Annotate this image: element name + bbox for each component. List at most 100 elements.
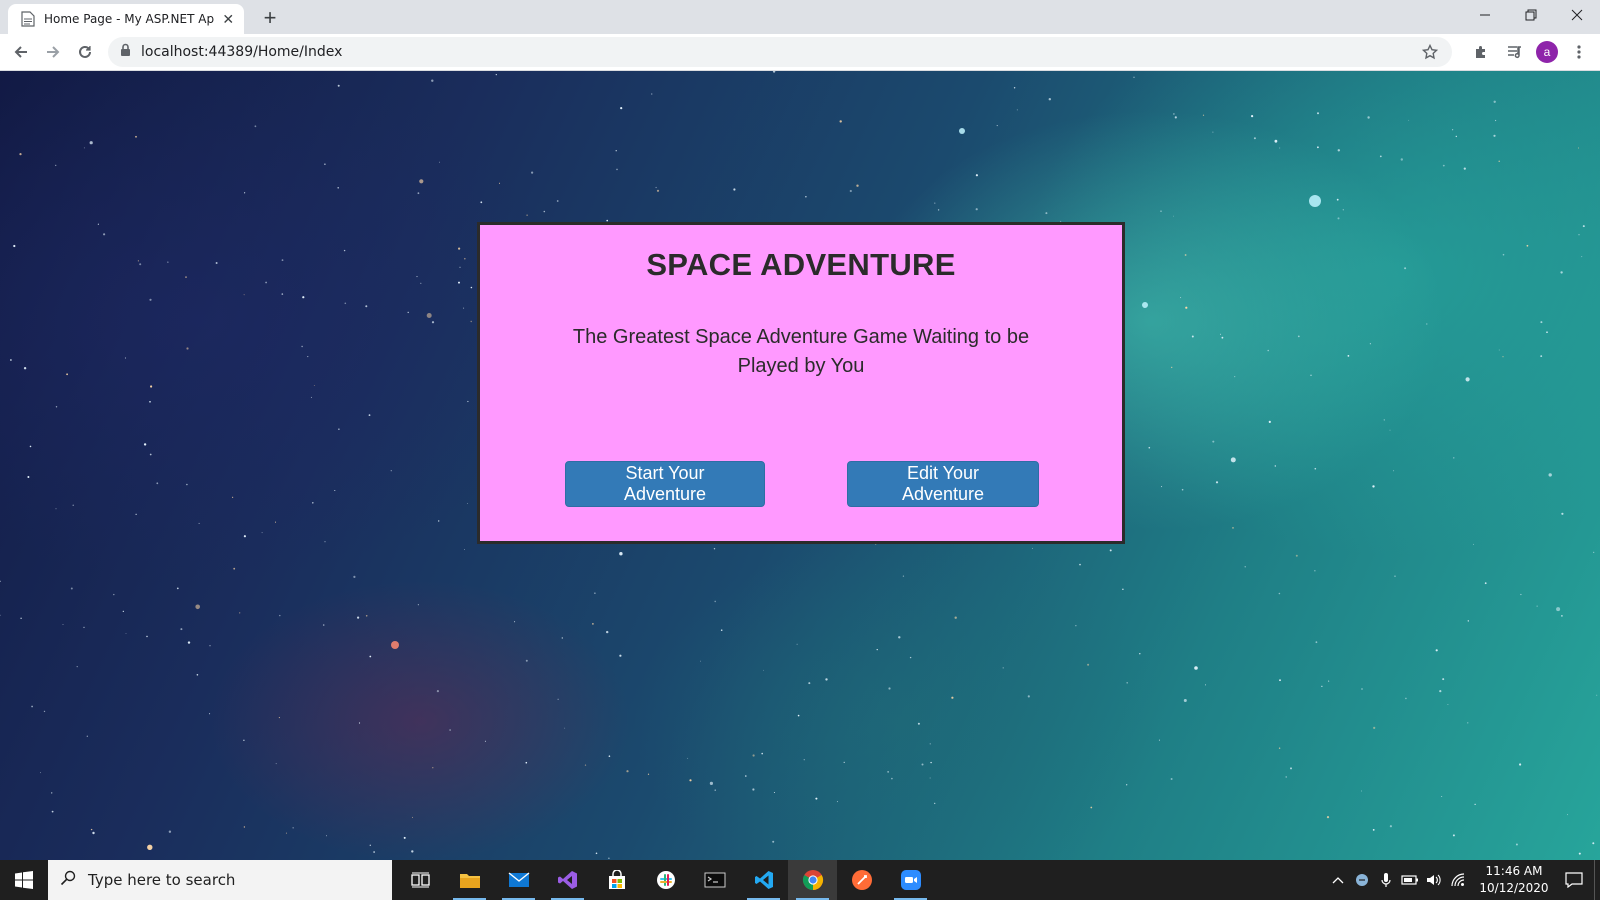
star: [195, 604, 200, 610]
cloud-sync-icon[interactable]: [1350, 860, 1374, 900]
star: [917, 722, 920, 725]
tab-close-icon[interactable]: ✕: [221, 11, 237, 27]
star: [1453, 457, 1455, 459]
wifi-icon[interactable]: [1446, 860, 1470, 900]
puzzle-icon[interactable]: [1468, 38, 1494, 66]
star: [805, 196, 807, 198]
url-text[interactable]: localhost:44389/Home/Index: [141, 44, 342, 60]
star: [40, 772, 41, 774]
star: [244, 192, 246, 194]
star: [1404, 267, 1407, 270]
star: [1185, 306, 1188, 309]
star: [557, 698, 559, 700]
star: [369, 844, 371, 846]
show-desktop-button[interactable]: [1594, 860, 1600, 900]
star: [1484, 582, 1487, 585]
star: [876, 649, 878, 651]
visual-studio-icon[interactable]: [543, 860, 592, 900]
star: [763, 669, 764, 671]
profile-avatar[interactable]: a: [1536, 41, 1558, 63]
mail-icon[interactable]: [494, 860, 543, 900]
star: [929, 777, 931, 779]
star: [1268, 420, 1271, 423]
restore-button[interactable]: [1508, 0, 1554, 30]
star: [689, 779, 692, 782]
start-adventure-button[interactable]: Start Your Adventure: [565, 461, 765, 507]
terminal-icon[interactable]: [690, 860, 739, 900]
notification-icon[interactable]: [1554, 860, 1594, 900]
star: [934, 802, 936, 805]
star: [1441, 796, 1443, 797]
star: [412, 816, 413, 818]
star: [124, 357, 126, 359]
postman-icon[interactable]: [837, 860, 886, 900]
star: [302, 296, 305, 299]
star: [97, 223, 99, 225]
taskbar-clock[interactable]: 11:46 AM 10/12/2020: [1474, 863, 1554, 897]
search-placeholder: Type here to search: [88, 871, 236, 889]
taskbar-search-box[interactable]: Type here to search: [48, 860, 392, 900]
close-window-button[interactable]: [1554, 0, 1600, 30]
star: [930, 761, 932, 764]
microsoft-store-icon[interactable]: [592, 860, 641, 900]
star: [1567, 814, 1568, 816]
file-explorer-icon[interactable]: [445, 860, 494, 900]
star: [62, 624, 64, 625]
star: [254, 125, 257, 128]
new-tab-button[interactable]: +: [256, 6, 284, 30]
chevron-up-icon[interactable]: [1326, 860, 1350, 900]
page-title: SPACE ADVENTURE: [646, 247, 956, 282]
more-menu-icon[interactable]: [1566, 38, 1592, 66]
star: [449, 729, 451, 731]
star: [1561, 615, 1563, 617]
microphone-icon[interactable]: [1374, 860, 1398, 900]
windows-start-button[interactable]: [0, 860, 48, 900]
back-button[interactable]: [6, 37, 36, 67]
star: [1133, 76, 1135, 78]
glow-star: [391, 641, 399, 649]
star: [135, 135, 137, 138]
star: [1361, 688, 1363, 690]
star: [337, 84, 340, 87]
star: [1212, 440, 1215, 443]
star: [66, 373, 68, 376]
star: [1244, 566, 1246, 568]
star: [185, 276, 187, 278]
star: [186, 483, 188, 486]
star: [467, 400, 469, 403]
task-view-icon[interactable]: [396, 860, 445, 900]
star: [1540, 355, 1543, 357]
star: [55, 164, 57, 167]
zoom-icon[interactable]: [886, 860, 935, 900]
star: [1379, 155, 1382, 158]
forward-button[interactable]: [38, 37, 68, 67]
star: [322, 624, 325, 626]
address-bar[interactable]: localhost:44389/Home/Index: [108, 37, 1452, 67]
slack-icon[interactable]: [641, 860, 690, 900]
vs-code-icon[interactable]: [739, 860, 788, 900]
minimize-button[interactable]: [1462, 0, 1508, 30]
star: [1267, 349, 1269, 352]
reload-button[interactable]: [70, 37, 100, 67]
star: [929, 743, 931, 745]
star: [616, 168, 618, 171]
media-queue-icon[interactable]: [1502, 38, 1528, 66]
star: [324, 163, 326, 165]
star: [135, 513, 137, 515]
star: [1536, 605, 1538, 607]
star: [1467, 722, 1469, 724]
star: [615, 150, 617, 152]
star: [89, 141, 93, 145]
volume-icon[interactable]: [1422, 860, 1446, 900]
star-icon[interactable]: [1421, 43, 1439, 65]
star: [772, 71, 776, 73]
edit-adventure-button[interactable]: Edit Your Adventure: [847, 461, 1039, 507]
browser-tab[interactable]: Home Page - My ASP.NET Applic ✕: [8, 4, 244, 34]
battery-icon[interactable]: [1398, 860, 1422, 900]
star: [1317, 146, 1319, 149]
star: [531, 171, 534, 174]
star: [1075, 625, 1077, 627]
chrome-icon[interactable]: [788, 860, 837, 900]
star: [1310, 374, 1312, 376]
star: [1297, 335, 1300, 338]
